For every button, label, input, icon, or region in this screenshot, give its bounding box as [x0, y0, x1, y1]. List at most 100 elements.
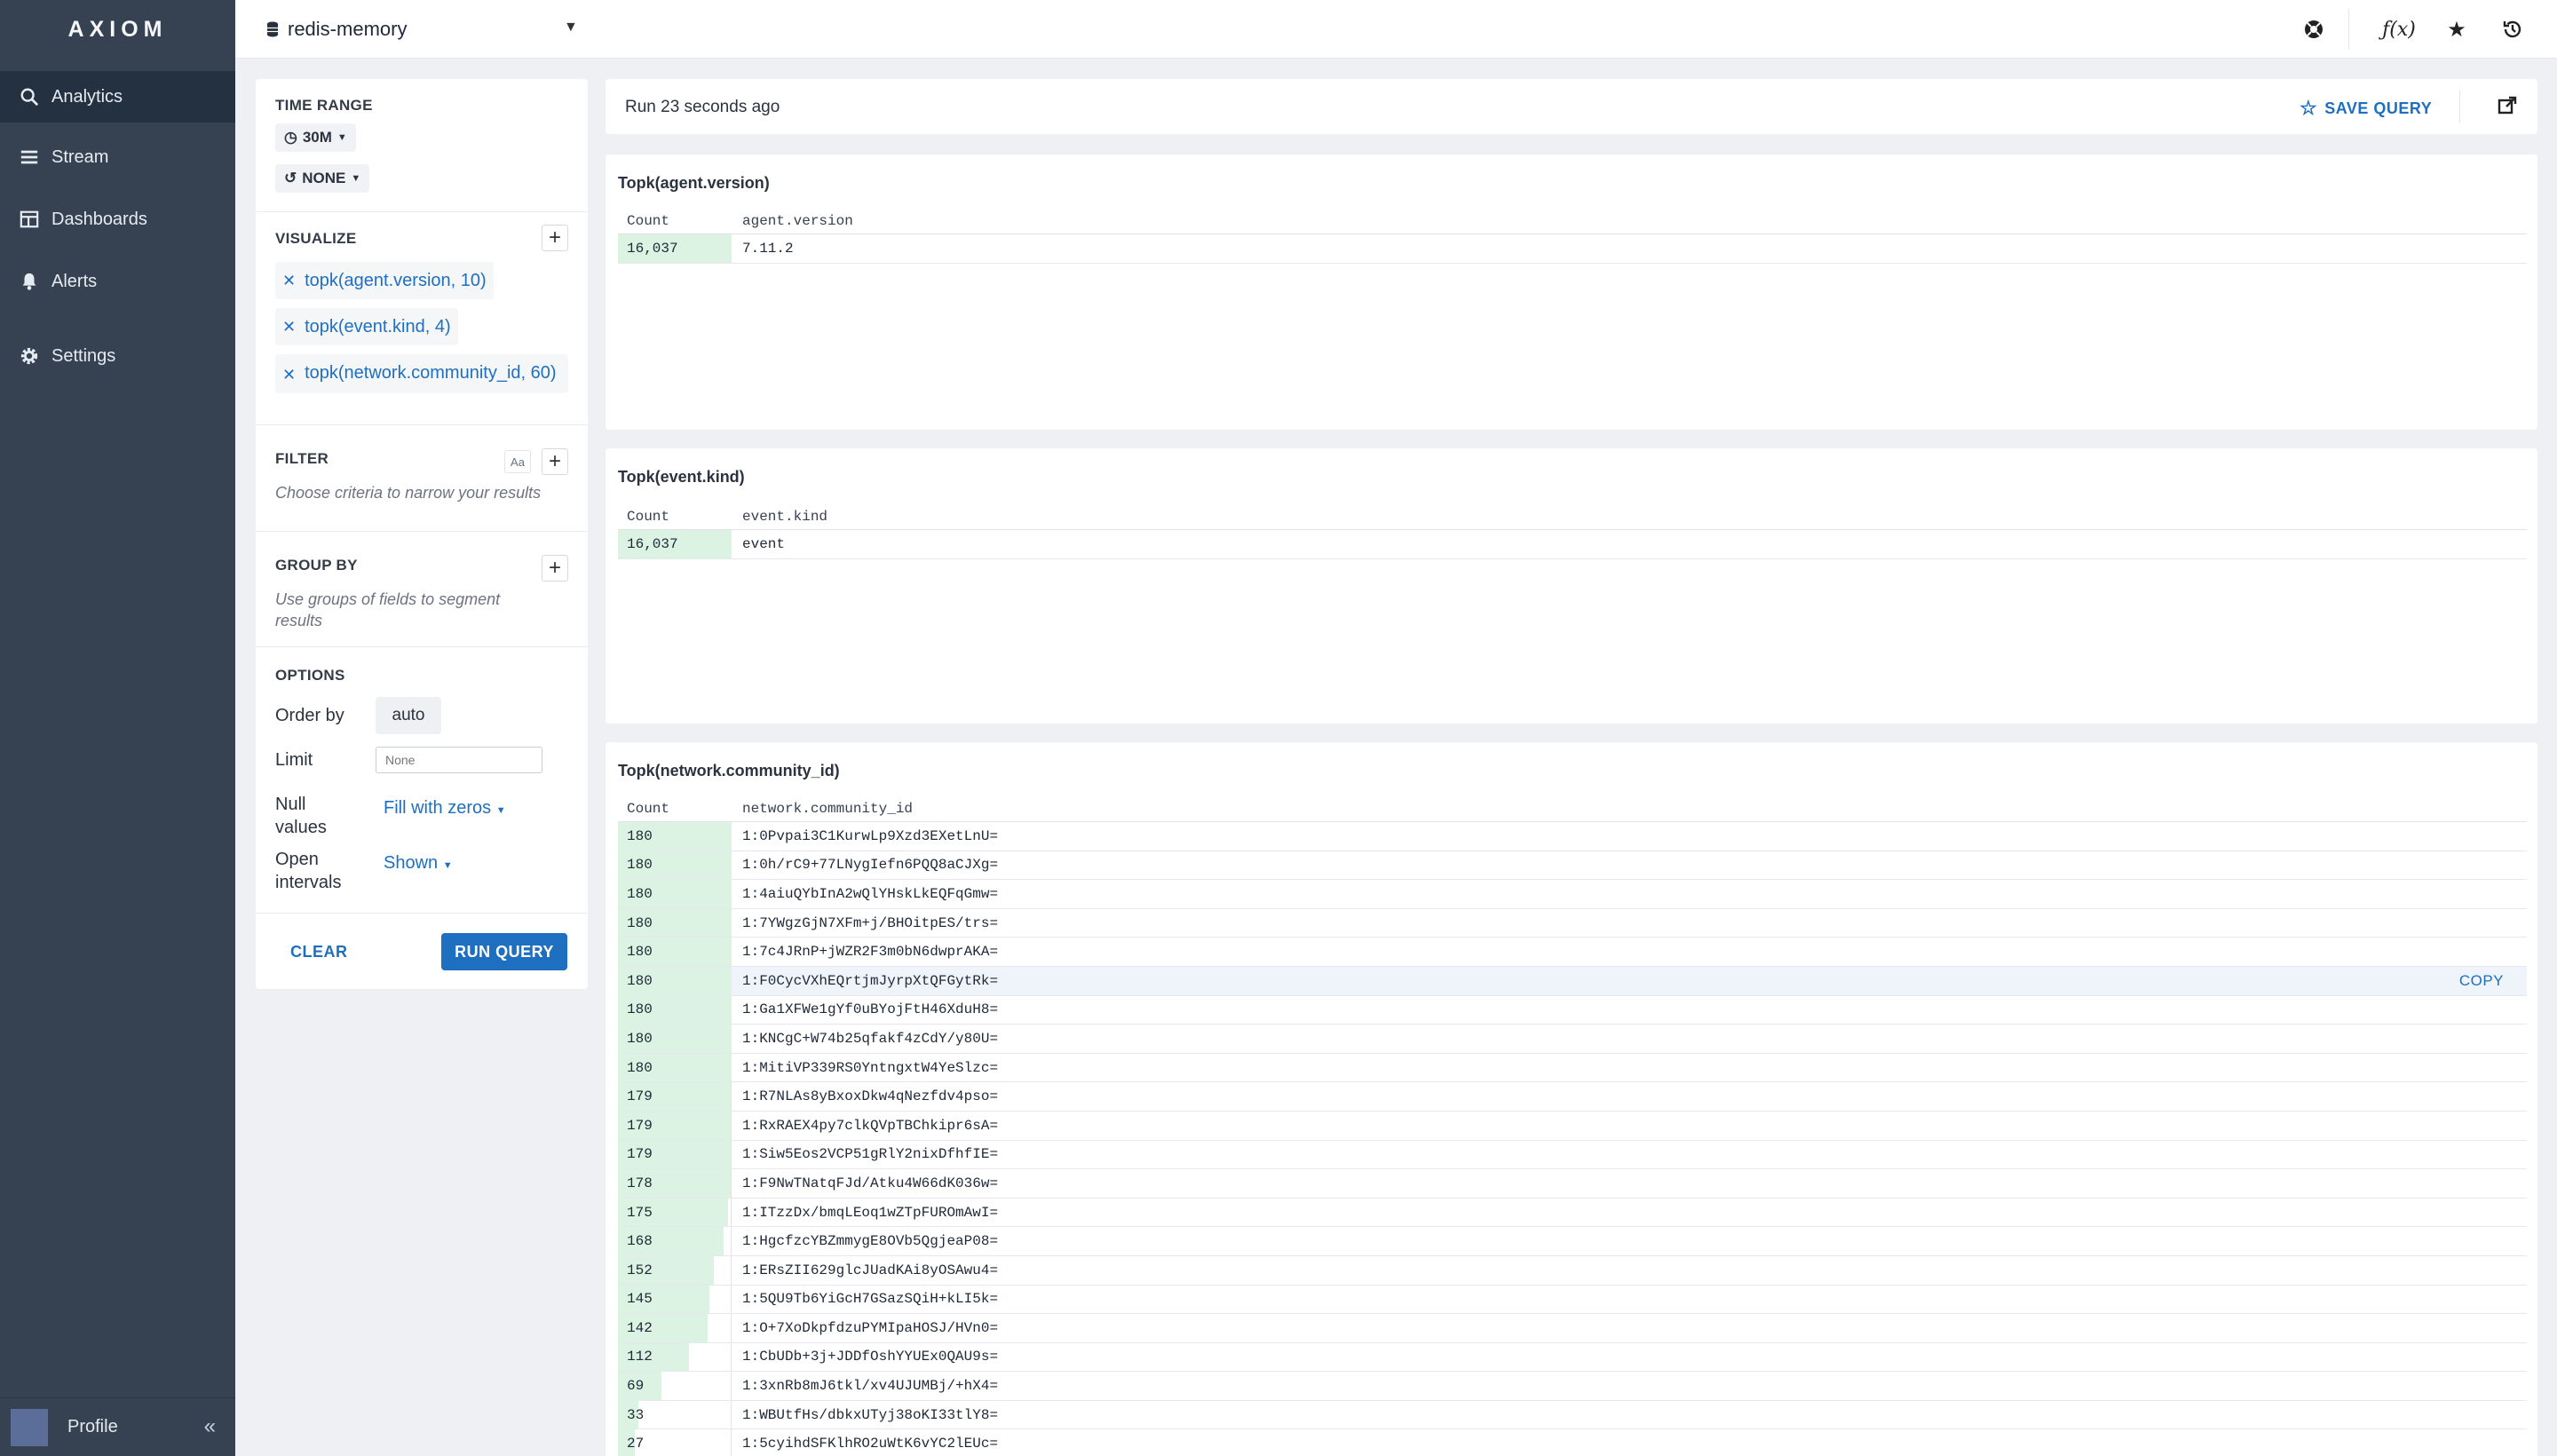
value-cell: 1:F0CycVXhEQrtjmJyrpXtQFGytRk=: [742, 972, 999, 989]
table-row[interactable]: 180 1:7c4JRnP+jWZR2F3m0bN6dwprAKA=: [618, 938, 2527, 967]
table-row[interactable]: 180 1:4aiuQYbInA2wQlYHskLkEQFqGmw=: [618, 880, 2527, 909]
bell-icon: [22, 273, 36, 290]
count-cell: 180: [618, 880, 732, 908]
help-icon[interactable]: [2299, 14, 2329, 44]
visualization-item[interactable]: ✕ topk(event.kind, 4): [275, 308, 458, 345]
remove-icon[interactable]: ✕: [282, 269, 296, 292]
count-cell: 180: [618, 1053, 732, 1082]
count-cell: 180: [618, 908, 732, 938]
value-cell: 1:0h/rC9+77LNygIefn6PQQ8aCJXg=: [742, 857, 999, 874]
remove-icon[interactable]: ✕: [282, 363, 296, 386]
table-row[interactable]: 180 1:0h/rC9+77LNygIefn6PQQ8aCJXg=: [618, 851, 2527, 881]
open-intervals-select[interactable]: Shown ▼: [384, 853, 453, 874]
table-row[interactable]: 179 1:Siw5Eos2VCP51gRlY2nixDfhfIE=: [618, 1140, 2527, 1170]
compare-select[interactable]: ↺ NONE ▼: [275, 164, 370, 193]
chevron-down-icon[interactable]: ▼: [564, 20, 578, 36]
clear-button[interactable]: CLEAR: [290, 943, 348, 961]
table-row[interactable]: 33 1:WBUtfHs/dbkxUTyj38oKI33tlY8=: [618, 1400, 2527, 1430]
table-row[interactable]: 179 1:R7NLAs8yBxoxDkw4qNezfdv4pso=: [618, 1082, 2527, 1112]
function-icon[interactable]: ƒ(x): [2382, 14, 2416, 44]
star-icon[interactable]: ★: [2442, 14, 2472, 44]
query-builder-panel: TIME RANGE ◷ 30M ▼ ↺ NONE ▼ VISUALIZE + ✕ top…: [256, 79, 588, 989]
count-cell: 168: [618, 1227, 732, 1255]
sidebar-item-dashboards[interactable]: Dashboards: [0, 194, 235, 245]
value-cell: 1:0Pvpai3C1KurwLp9Xzd3EXetLnU=: [742, 827, 999, 844]
count-cell: 178: [618, 1169, 732, 1198]
visualize-section: VISUALIZE + ✕ topk(agent.version, 10) ✕ to…: [256, 212, 588, 425]
search-icon: [20, 88, 39, 107]
count-value: 180: [627, 1030, 653, 1047]
save-query-button[interactable]: ☆ SAVE QUERY: [2300, 97, 2432, 120]
add-filter-button[interactable]: +: [542, 448, 568, 475]
table-row[interactable]: 27 1:5cyihdSFKlhRO2uWtK6vYC2lEUc=: [618, 1429, 2527, 1456]
table-row[interactable]: 112 1:CbUDb+3j+JDDfOshYYUEx0QAU9s=: [618, 1342, 2527, 1373]
table-row[interactable]: 142 1:O+7XoDkpfdzuPYMIpaHOSJ/HVn0=: [618, 1314, 2527, 1343]
value-cell: 1:Ga1XFWe1gYf0uBYojFtH46XduH8=: [742, 1001, 999, 1018]
value-cell: 7.11.2: [742, 240, 794, 257]
count-cell: 179: [618, 1082, 732, 1111]
result-card-agent-version: Topk(agent.version) Count agent.version 1…: [606, 154, 2537, 430]
axiom-logo: AXIOM: [67, 16, 168, 42]
sidebar-item-label: Alerts: [51, 271, 98, 291]
sidebar-item-label: Settings: [51, 345, 116, 366]
visualization-item[interactable]: ✕ topk(network.community_id, 60): [275, 354, 568, 393]
count-value: 180: [627, 914, 653, 931]
null-values-select[interactable]: Fill with zeros ▼: [384, 798, 506, 819]
table-row[interactable]: 180 1:0Pvpai3C1KurwLp9Xzd3EXetLnU=: [618, 822, 2527, 851]
limit-input[interactable]: [376, 747, 542, 773]
group-by-title: GROUP BY: [275, 557, 358, 574]
sidebar-item-label: Analytics: [51, 86, 123, 107]
table-row[interactable]: 180 1:F0CycVXhEQrtjmJyrpXtQFGytRk= COPY: [618, 966, 2527, 996]
table-row[interactable]: 179 1:RxRAEX4py7clkQVpTBChkipr6sA=: [618, 1111, 2527, 1141]
share-icon[interactable]: [2497, 95, 2518, 122]
sidebar-item-analytics[interactable]: Analytics: [0, 71, 235, 123]
profile-menu[interactable]: Profile «: [0, 1397, 235, 1456]
remove-icon[interactable]: ✕: [282, 315, 296, 338]
chevron-down-icon: ▼: [495, 805, 506, 816]
history-icon[interactable]: [2498, 14, 2528, 44]
add-group-button[interactable]: +: [542, 555, 568, 582]
value-cell: 1:HgcfzcYBZmmygE8OVb5QgjeaP08=: [742, 1233, 999, 1250]
order-by-select[interactable]: auto: [376, 697, 441, 734]
dataset-name: redis-memory: [288, 18, 408, 40]
table-row[interactable]: 180 1:MitiVP339RS0YntngxtW4YeSlzc=: [618, 1053, 2527, 1083]
table-row[interactable]: 16,037 7.11.2: [618, 234, 2527, 264]
chevron-down-icon: ▼: [336, 132, 347, 143]
table-row[interactable]: 180 1:7YWgzGjN7XFm+j/BHOitpES/trs=: [618, 908, 2527, 938]
avatar: [11, 1408, 48, 1446]
table-row[interactable]: 16,037 event: [618, 530, 2527, 559]
table-row[interactable]: 69 1:3xnRb8mJ6tkl/xv4UJUMBj/+hX4=: [618, 1372, 2527, 1401]
run-query-button[interactable]: RUN QUERY: [441, 933, 567, 970]
result-title: Topk(network.community_id): [618, 762, 840, 779]
visualization-item[interactable]: ✕ topk(agent.version, 10): [275, 262, 494, 299]
dataset-selector[interactable]: redis-memory: [266, 18, 407, 41]
collapse-sidebar-icon[interactable]: «: [204, 1414, 216, 1439]
count-cell: 69: [618, 1372, 732, 1400]
table-row[interactable]: 152 1:ERsZII629glcJUadKAi8yOSAwu4=: [618, 1255, 2527, 1286]
open-intervals-label: Open intervals: [275, 850, 342, 892]
table-row[interactable]: 168 1:HgcfzcYBZmmygE8OVb5QgjeaP08=: [618, 1227, 2527, 1256]
sidebar-item-settings[interactable]: Settings: [0, 330, 235, 382]
count-cell: 175: [618, 1198, 732, 1227]
table-row[interactable]: 175 1:ITzzDx/bmqLEoq1wZTpFUROmAwI=: [618, 1198, 2527, 1228]
sidebar-item-alerts[interactable]: Alerts: [0, 256, 235, 307]
count-value: 179: [627, 1088, 653, 1105]
time-range-section: TIME RANGE ◷ 30M ▼ ↺ NONE ▼: [256, 79, 588, 212]
case-sensitive-toggle[interactable]: Aa: [504, 450, 531, 473]
table-row[interactable]: 145 1:5QU9Tb6YiGcH7GSazSQiH+kLI5k=: [618, 1285, 2527, 1315]
count-cell: 142: [618, 1314, 732, 1342]
table-row[interactable]: 180 1:KNCgC+W74b25qfakf4zCdY/y80U=: [618, 1025, 2527, 1054]
visualization-list: ✕ topk(agent.version, 10) ✕ topk(event.kin…: [275, 262, 568, 402]
add-visualization-button[interactable]: +: [542, 225, 568, 251]
copy-button[interactable]: COPY: [2459, 972, 2504, 990]
sidebar-item-stream[interactable]: Stream: [0, 131, 235, 183]
table-header: Count agent.version: [618, 208, 2527, 234]
time-range-select[interactable]: ◷ 30M ▼: [275, 123, 356, 152]
order-by-label: Order by: [275, 706, 344, 725]
value-cell: 1:4aiuQYbInA2wQlYHskLkEQFqGmw=: [742, 885, 999, 902]
table-row[interactable]: 180 1:Ga1XFWe1gYf0uBYojFtH46XduH8=: [618, 995, 2527, 1025]
options-title: OPTIONS: [275, 667, 345, 684]
value-cell: 1:R7NLAs8yBxoxDkw4qNezfdv4pso=: [742, 1088, 999, 1105]
table-row[interactable]: 178 1:F9NwTNatqFJd/Atku4W66dK036w=: [618, 1169, 2527, 1199]
count-value: 180: [627, 944, 653, 961]
